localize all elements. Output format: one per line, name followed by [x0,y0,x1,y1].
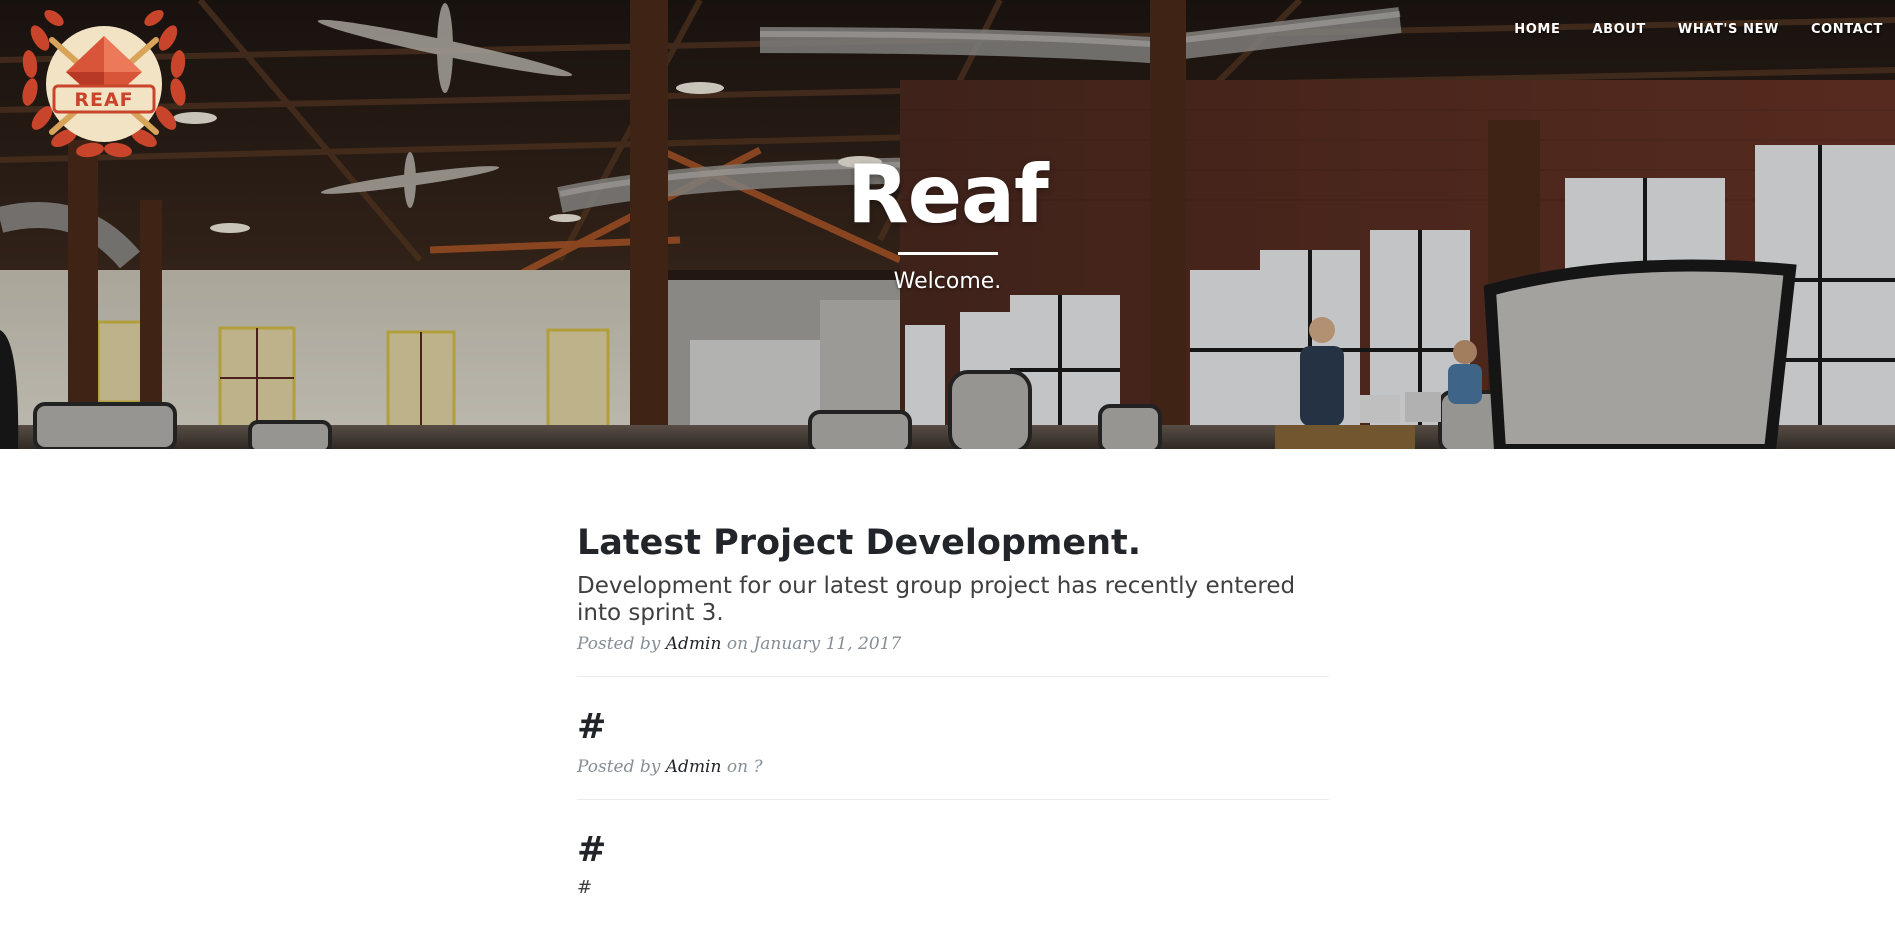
post-title-link[interactable]: # [577,707,1329,747]
post-date: on ? [726,757,763,778]
reaf-logo[interactable]: REAF [14,2,194,162]
site-heading: Reaf Welcome. [0,148,1895,295]
post-meta: Posted by Admin on ? [577,757,1329,777]
post-preview: # # [577,830,1329,919]
post-author-link[interactable]: Admin [666,757,722,777]
svg-text:REAF: REAF [74,89,133,111]
nav-about-link[interactable]: ABOUT [1576,20,1661,39]
post-subtitle[interactable]: # [577,877,1329,898]
post-meta: Posted by Admin on January 11, 2017 [577,634,1329,654]
post-preview: Latest Project Development. Development … [577,523,1329,678]
nav-home-link[interactable]: HOME [1498,20,1576,39]
site-title: Reaf [847,148,1049,241]
post-title-link[interactable]: # [577,830,1329,870]
post-meta-prefix: Posted by [577,634,661,655]
post-subtitle[interactable]: Development for our latest group project… [577,573,1329,626]
nav-contact-link[interactable]: CONTACT [1795,20,1895,39]
post-preview: # Posted by Admin on ? [577,707,1329,801]
masthead: REAF HOME ABOUT WHAT'S NEW CONTACT Reaf … [0,0,1895,449]
title-divider [897,252,998,255]
post-author-link[interactable]: Admin [666,634,722,654]
post-title-link[interactable]: Latest Project Development. [577,523,1329,563]
post-meta-prefix: Posted by [577,757,661,778]
post-date: on January 11, 2017 [726,634,902,655]
site-subtitle: Welcome. [893,269,1002,294]
post-list: Latest Project Development. Development … [577,523,1329,925]
nav-whats-new-link[interactable]: WHAT'S NEW [1662,20,1795,39]
main-nav: HOME ABOUT WHAT'S NEW CONTACT [1498,20,1895,39]
